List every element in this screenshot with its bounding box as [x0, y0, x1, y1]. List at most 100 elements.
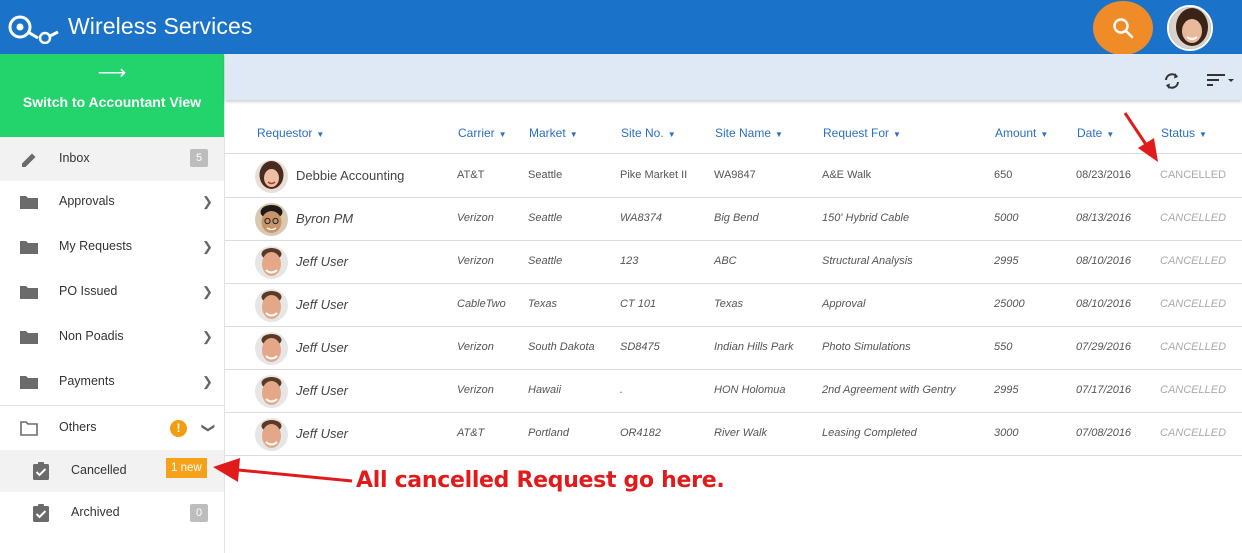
table-row[interactable]: Jeff User CableTwo Texas CT 101 Texas Ap… [225, 284, 1242, 327]
site-name-cell: Big Bend [714, 212, 759, 224]
checked-clipboard-icon [33, 462, 49, 480]
chevron-right-icon: ❯ [202, 374, 213, 389]
sort-icon[interactable] [1205, 73, 1237, 87]
column-header-status[interactable]: Status ▼ [1161, 126, 1207, 140]
table-row[interactable]: Jeff User AT&T Portland OR4182 River Wal… [225, 413, 1242, 456]
amount-cell: 25000 [994, 298, 1025, 310]
checked-clipboard-icon [33, 504, 49, 522]
caret-down-icon: ▼ [893, 130, 901, 139]
table-row[interactable]: Jeff User Verizon South Dakota SD8475 In… [225, 327, 1242, 370]
user-avatar[interactable] [1167, 5, 1213, 51]
sidebar-item-payments[interactable]: Payments ❯ [0, 360, 224, 404]
sidebar-item-cancelled[interactable]: Cancelled 1 new [0, 450, 224, 492]
status-cell: CANCELLED [1160, 341, 1227, 353]
column-header-label: Date [1077, 126, 1103, 140]
inbox-count-badge: 5 [190, 149, 208, 167]
sidebar-item-approvals[interactable]: Approvals ❯ [0, 180, 224, 224]
status-cell: CANCELLED [1160, 298, 1227, 310]
table-row[interactable]: Debbie Accounting AT&T Seattle Pike Mark… [225, 155, 1242, 198]
carrier-cell: AT&T [457, 169, 485, 181]
carrier-cell: Verizon [457, 341, 494, 353]
date-cell: 07/08/2016 [1076, 427, 1132, 439]
switch-view-label: Switch to Accountant View [22, 94, 202, 110]
carrier-cell: AT&T [457, 427, 485, 439]
alert-icon: ! [170, 420, 187, 437]
sidebar-item-others[interactable]: Others ! ❯ [0, 405, 224, 449]
request-for-cell: 150' Hybrid Cable [822, 212, 910, 224]
column-header-amount[interactable]: Amount ▼ [995, 126, 1048, 140]
request-for-cell: Photo Simulations [822, 341, 911, 353]
requestor-name: Debbie Accounting [296, 168, 405, 183]
column-header-label: Carrier [458, 126, 495, 140]
top-app-bar: Wireless Services [0, 0, 1242, 55]
column-header-date[interactable]: Date ▼ [1077, 126, 1114, 140]
column-header-carrier[interactable]: Carrier ▼ [458, 126, 507, 140]
arrow-right-icon: ⟶ [97, 62, 127, 84]
date-cell: 08/10/2016 [1076, 255, 1132, 267]
column-header-requestor[interactable]: Requestor ▼ [257, 126, 324, 140]
switch-to-accountant-view-button[interactable]: ⟶ Switch to Accountant View [0, 54, 224, 137]
site-name-cell: Texas [714, 298, 743, 310]
avatar-image [255, 289, 288, 322]
sidebar-item-archived[interactable]: Archived 0 [0, 492, 224, 534]
sidebar-item-label: My Requests [59, 239, 132, 253]
sidebar-item-non-poadis[interactable]: Non Poadis ❯ [0, 315, 224, 359]
table-header: Requestor ▼ Carrier ▼ Market ▼ Site No. ▼ Si… [225, 100, 1242, 154]
app-logo-icon [8, 15, 59, 44]
caret-down-icon: ▼ [775, 130, 783, 139]
avatar-image [255, 160, 288, 193]
site-no-cell: CT 101 [620, 298, 657, 310]
site-no-cell: WA8374 [620, 212, 662, 224]
sidebar-item-inbox[interactable]: Inbox 5 [0, 137, 224, 181]
requestor-name: Jeff User [296, 383, 349, 398]
sidebar-item-label: Non Poadis [59, 329, 124, 343]
date-cell: 08/13/2016 [1076, 212, 1132, 224]
column-header-label: Amount [995, 126, 1037, 140]
caret-down-icon: ▼ [1106, 130, 1115, 139]
caret-down-icon: ▼ [569, 130, 578, 139]
column-header-request-for[interactable]: Request For ▼ [823, 126, 901, 140]
column-header-market[interactable]: Market ▼ [529, 126, 578, 140]
market-cell: Texas [528, 298, 557, 310]
content-toolbar [225, 54, 1242, 100]
annotation-arrow-left [237, 468, 353, 483]
table-row[interactable]: Byron PM Verizon Seattle WA8374 Big Bend… [225, 198, 1242, 241]
amount-cell: 3000 [994, 427, 1019, 439]
pencil-icon [22, 153, 36, 167]
chevron-right-icon: ❯ [202, 329, 213, 344]
column-header-site-name[interactable]: Site Name ▼ [715, 126, 783, 140]
chevron-right-icon: ❯ [202, 194, 213, 209]
amount-cell: 650 [994, 169, 1013, 181]
sidebar-item-label: Inbox [59, 151, 90, 165]
site-no-cell: OR4182 [620, 427, 661, 439]
sidebar-item-po-issued[interactable]: PO Issued ❯ [0, 270, 224, 314]
market-cell: Seattle [528, 255, 563, 267]
requestor-name: Jeff User [296, 426, 349, 441]
column-header-label: Requestor [257, 126, 313, 140]
date-cell: 08/23/2016 [1076, 169, 1132, 181]
site-name-cell: WA9847 [714, 169, 756, 181]
status-cell: CANCELLED [1160, 384, 1227, 396]
refresh-icon[interactable] [1163, 71, 1181, 91]
column-header-label: Market [529, 126, 566, 140]
table-row[interactable]: Jeff User Verizon Seattle 123 ABC Struct… [225, 241, 1242, 284]
column-header-label: Request For [823, 126, 890, 140]
folder-icon [20, 286, 38, 299]
column-header-site-no[interactable]: Site No. ▼ [621, 126, 676, 140]
market-cell: Seattle [528, 169, 563, 181]
search-button[interactable] [1093, 1, 1153, 55]
sidebar-item-my-requests[interactable]: My Requests ❯ [0, 225, 224, 269]
site-no-cell: Pike Market II [620, 169, 688, 181]
sidebar-item-label: Payments [59, 374, 115, 388]
app-title: Wireless Services [68, 13, 253, 39]
carrier-cell: Verizon [457, 212, 494, 224]
request-for-cell: Leasing Completed [822, 427, 917, 439]
requestor-avatar [255, 289, 288, 322]
requestor-name: Jeff User [296, 297, 349, 312]
status-cell: CANCELLED [1160, 427, 1227, 439]
avatar-image [255, 418, 288, 451]
table-row[interactable]: Jeff User Verizon Hawaii . HON Holomua 2… [225, 370, 1242, 413]
chevron-right-icon: ❯ [202, 284, 213, 299]
caret-down-icon: ▼ [1199, 130, 1207, 139]
status-cell: CANCELLED [1160, 169, 1227, 181]
